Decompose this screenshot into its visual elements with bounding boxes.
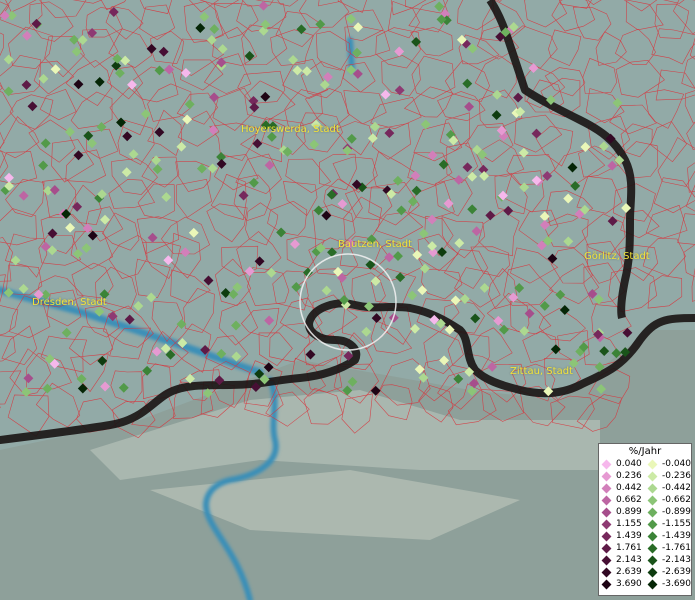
legend-swatch bbox=[601, 459, 612, 469]
legend-label: -1.439 bbox=[661, 531, 691, 541]
legend-swatch bbox=[647, 543, 658, 553]
legend-label: 0.236 bbox=[616, 471, 642, 481]
legend-swatch bbox=[647, 567, 658, 577]
legend-swatch bbox=[647, 579, 658, 589]
legend-entry-positive: 1.761 bbox=[599, 542, 645, 554]
legend-label: 1.155 bbox=[616, 519, 642, 529]
legend-entry-negative: -0.040 bbox=[645, 458, 691, 470]
legend-swatch bbox=[601, 495, 612, 505]
legend-row: 0.899 -0.899 bbox=[599, 506, 691, 518]
legend-label: -0.236 bbox=[661, 471, 691, 481]
legend-title: %/Jahr bbox=[628, 446, 662, 457]
legend-label: -2.143 bbox=[661, 555, 691, 565]
legend-entry-positive: 0.899 bbox=[599, 506, 645, 518]
legend-swatch bbox=[647, 483, 658, 493]
legend-entry-negative: -1.439 bbox=[645, 530, 691, 542]
legend-entry-negative: -0.899 bbox=[645, 506, 691, 518]
legend-swatch bbox=[601, 543, 612, 553]
legend-swatch bbox=[647, 531, 658, 541]
legend-entry-positive: 0.662 bbox=[599, 494, 645, 506]
legend-row: 1.439 -1.439 bbox=[599, 530, 691, 542]
legend-swatch bbox=[601, 531, 612, 541]
city-label-hoyerswerda[interactable]: Hoyerswerda, Stadt bbox=[241, 124, 340, 135]
legend-entry-positive: 0.040 bbox=[599, 458, 645, 470]
legend-swatch bbox=[647, 471, 658, 481]
legend-label: 0.662 bbox=[616, 495, 642, 505]
legend-entry-negative: -0.236 bbox=[645, 470, 691, 482]
city-label-bautzen[interactable]: Bautzen, Stadt bbox=[338, 239, 412, 250]
legend-row: 2.143 -2.143 bbox=[599, 554, 691, 566]
legend-entry-positive: 2.639 bbox=[599, 566, 645, 578]
city-label-goerlitz[interactable]: Görlitz, Stadt bbox=[584, 251, 650, 262]
legend-row: 2.639 -2.639 bbox=[599, 566, 691, 578]
legend-label: -0.899 bbox=[661, 507, 691, 517]
legend-entry-positive: 1.155 bbox=[599, 518, 645, 530]
legend-rows: 0.040 -0.040 0.236 -0.236 0.442 -0.442 0.662 -0… bbox=[599, 458, 691, 590]
legend-swatch bbox=[601, 507, 612, 517]
legend-entry-positive: 0.442 bbox=[599, 482, 645, 494]
legend-swatch bbox=[647, 555, 658, 565]
legend-swatch bbox=[647, 519, 658, 529]
legend-label: -0.662 bbox=[661, 495, 691, 505]
legend-entry-negative: -1.761 bbox=[645, 542, 691, 554]
legend-entry-negative: -1.155 bbox=[645, 518, 691, 530]
legend-entry-negative: -0.442 bbox=[645, 482, 691, 494]
legend-label: -1.155 bbox=[661, 519, 691, 529]
legend-label: -0.442 bbox=[661, 483, 691, 493]
legend-label: 2.143 bbox=[616, 555, 642, 565]
legend-entry-negative: -2.639 bbox=[645, 566, 691, 578]
legend-swatch bbox=[647, 495, 658, 505]
legend-label: -0.040 bbox=[661, 459, 691, 469]
legend-entry-negative: -3.690 bbox=[645, 578, 691, 590]
legend-row: 1.761 -1.761 bbox=[599, 542, 691, 554]
legend-entry-positive: 1.439 bbox=[599, 530, 645, 542]
legend-entry-negative: -0.662 bbox=[645, 494, 691, 506]
legend-label: -1.761 bbox=[661, 543, 691, 553]
legend-swatch bbox=[601, 483, 612, 493]
legend-swatch bbox=[601, 579, 612, 589]
legend: %/Jahr 0.040 -0.040 0.236 -0.236 0.442 -0.442… bbox=[598, 443, 692, 596]
legend-label: 0.899 bbox=[616, 507, 642, 517]
legend-row: 0.662 -0.662 bbox=[599, 494, 691, 506]
legend-label: 3.690 bbox=[616, 579, 642, 589]
legend-entry-negative: -2.143 bbox=[645, 554, 691, 566]
legend-swatch bbox=[601, 519, 612, 529]
legend-swatch bbox=[601, 567, 612, 577]
legend-entry-positive: 2.143 bbox=[599, 554, 645, 566]
city-label-dresden[interactable]: Dresden, Stadt bbox=[32, 297, 107, 308]
legend-entry-positive: 3.690 bbox=[599, 578, 645, 590]
legend-label: -2.639 bbox=[661, 567, 691, 577]
legend-row: 1.155 -1.155 bbox=[599, 518, 691, 530]
city-label-zittau[interactable]: Zittau, Stadt bbox=[510, 366, 573, 377]
legend-row: 0.040 -0.040 bbox=[599, 458, 691, 470]
legend-label: 1.439 bbox=[616, 531, 642, 541]
legend-row: 3.690 -3.690 bbox=[599, 578, 691, 590]
legend-swatch bbox=[647, 459, 658, 469]
legend-label: 1.761 bbox=[616, 543, 642, 553]
legend-swatch bbox=[647, 507, 658, 517]
legend-entry-positive: 0.236 bbox=[599, 470, 645, 482]
legend-label: 2.639 bbox=[616, 567, 642, 577]
legend-label: 0.040 bbox=[616, 459, 642, 469]
legend-row: 0.236 -0.236 bbox=[599, 470, 691, 482]
legend-label: -3.690 bbox=[661, 579, 691, 589]
legend-label: 0.442 bbox=[616, 483, 642, 493]
legend-swatch bbox=[601, 555, 612, 565]
legend-row: 0.442 -0.442 bbox=[599, 482, 691, 494]
legend-swatch bbox=[601, 471, 612, 481]
